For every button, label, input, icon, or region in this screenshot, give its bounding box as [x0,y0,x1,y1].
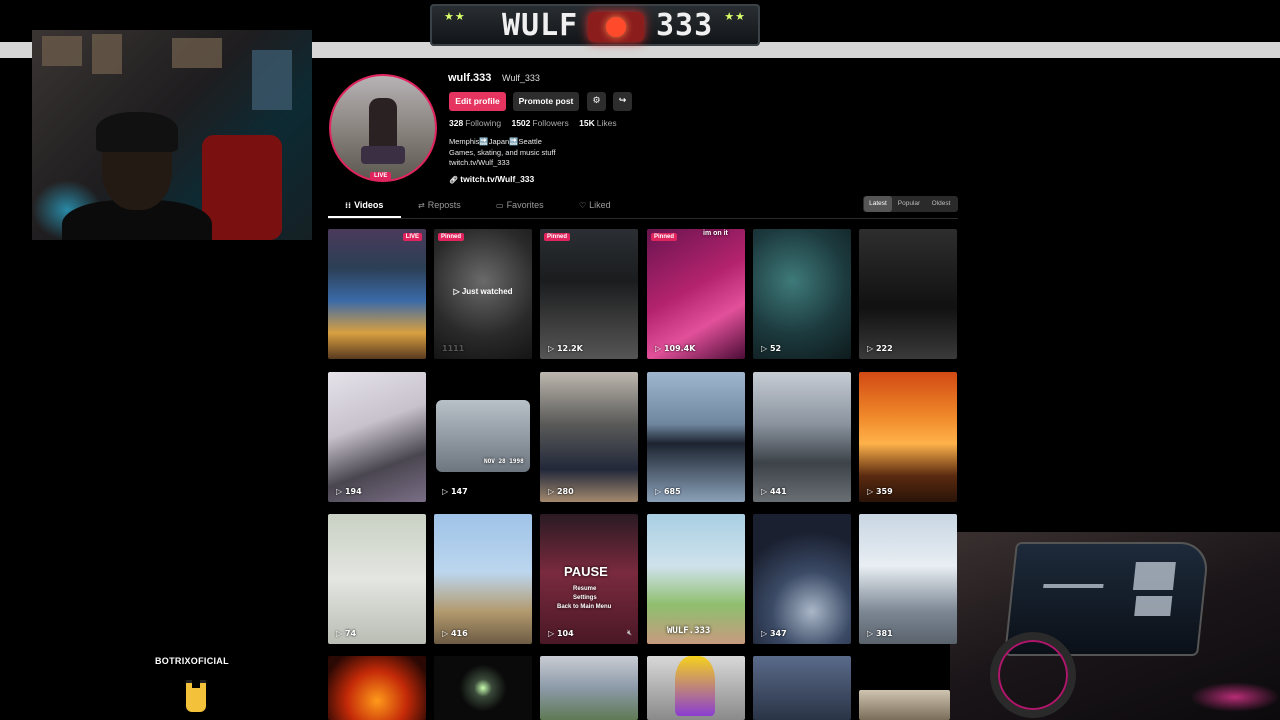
webcam-room [950,532,1280,720]
banner-number: 333 [656,8,714,43]
sort-oldest[interactable]: Oldest [926,196,956,212]
pinned-badge: Pinned [544,233,571,241]
profile-bio: Memphis🔜Japan🔜Seattle Games, skating, an… [449,137,556,169]
share-icon[interactable]: ↪ [613,92,632,111]
video-card[interactable]: ▷ 685 [647,372,745,502]
video-card[interactable]: PAUSE Resume Settings Back to Main Menu … [540,514,638,644]
tab-liked[interactable]: ♡ Liked [579,200,611,210]
video-card[interactable]: ▷ 52 [753,229,851,359]
video-card[interactable]: LIVE [328,229,426,359]
profile-avatar[interactable] [329,74,437,182]
sort-popular[interactable]: Popular [894,196,924,212]
heart-icon: ♡ [579,201,587,210]
bot-name-label: BOTRIXOFICIAL [155,656,229,666]
video-card[interactable]: ▷ 280 [540,372,638,502]
video-card[interactable]: Pinned ▷ 12.2K [540,229,638,359]
video-card[interactable]: ▷ 416 [434,514,532,644]
video-caption: NOV 28 1998 [484,458,524,465]
banner-title: WULF [502,8,579,43]
view-count: ▷ 12.2K [548,344,583,353]
video-caption: im on it [703,230,728,237]
followers-label[interactable]: Followers [532,118,568,128]
settings-gear-icon[interactable]: ⚙ [587,92,606,111]
pause-resume: Resume [573,586,597,592]
video-card[interactable]: ▷ 194 [328,372,426,502]
repost-icon: ⇄ [418,201,425,210]
view-count: ▷ 347 [761,629,787,638]
video-card[interactable]: ▷ 347 [753,514,851,644]
video-card[interactable]: ▷ 381 [859,514,957,644]
view-count: ▷ 104 [548,629,574,638]
followers-count: 1502 [511,118,531,128]
sort-toggle: Latest Popular Oldest [863,196,958,212]
video-card[interactable]: Pinned ▷ Just watched 1111 [434,229,532,359]
live-badge: LIVE [370,172,392,180]
banner-left-stars: ★★ [444,10,466,23]
view-count: ▷ 441 [761,487,787,496]
mute-icon[interactable]: 🔇︎ [627,628,632,638]
edit-profile-button[interactable]: Edit profile [449,92,506,111]
video-card[interactable] [434,656,532,720]
link-icon: 🔗︎ [449,176,458,184]
profile-username: wulf.333 [448,72,492,84]
stream-banner: ★★ WULF 333 ★★ [430,4,760,46]
pinned-badge: Pinned [438,233,465,241]
tab-videos[interactable]: ⁞⁞ Videos [345,200,383,210]
video-card[interactable] [540,656,638,720]
video-card[interactable]: ▷ 222 [859,229,957,359]
pause-title: PAUSE [564,564,608,579]
video-card[interactable] [647,656,745,720]
video-caption: WULF.333 [667,626,711,636]
profile-stats: 328 Following 1502 Followers 15K Likes [449,118,617,128]
view-count: ▷ 280 [548,487,574,496]
view-count: ▷ 194 [336,487,362,496]
pinned-badge: Pinned [651,233,678,241]
video-card[interactable] [753,656,851,720]
view-count: ▷ 147 [442,487,468,496]
promote-post-button[interactable]: Promote post [513,92,579,111]
active-tab-underline [328,216,401,218]
view-count: ▷ 381 [867,629,893,638]
website-text: twitch.tv/Wulf_333 [460,174,535,184]
pause-back: Back to Main Menu [557,604,612,610]
video-card[interactable]: ▷ 74 [328,514,426,644]
view-count: ▷ 222 [867,344,893,353]
bio-line-2: Games, skating, and music stuff [449,147,556,157]
tab-reposts[interactable]: ⇄ Reposts [418,200,461,210]
view-count: ▷ 74 [336,629,357,638]
following-label[interactable]: Following [465,118,501,128]
view-count: ▷ 685 [655,487,681,496]
banner-core-icon [588,12,644,42]
just-watched-label: ▷ Just watched [453,287,513,296]
bio-line-3: twitch.tv/Wulf_333 [449,158,510,167]
pikachu-sprite-icon [182,680,210,716]
view-count: ▷ 52 [761,344,782,353]
pause-settings: Settings [573,595,597,601]
view-count: ▷ 416 [442,629,468,638]
video-card[interactable]: NOV 28 1998 ▷ 147 [434,372,532,502]
view-count: ▷ 359 [867,487,893,496]
bio-line-1: Memphis🔜Japan🔜Seattle [449,137,542,146]
likes-count: 15K [579,118,595,128]
grid-icon: ⁞⁞ [345,201,352,210]
video-card[interactable]: Pinned im on it ▷ 109.4K [647,229,745,359]
tab-favorites[interactable]: ▭ Favorites [496,200,544,210]
profile-handle: Wulf_333 [502,73,540,83]
following-count: 328 [449,118,464,128]
video-live-badge: LIVE [402,233,422,241]
sort-latest[interactable]: Latest [864,196,892,212]
bookmark-icon: ▭ [496,201,504,210]
video-card[interactable]: ▷ 441 [753,372,851,502]
video-card[interactable]: ▷ 359 [859,372,957,502]
video-card[interactable]: WULF.333 [647,514,745,644]
webcam-face [32,30,312,240]
video-card[interactable] [328,656,426,720]
view-count: ▷ 109.4K [655,344,696,353]
likes-label: Likes [596,118,617,128]
view-count: 1111 [442,344,465,353]
video-card[interactable] [859,690,950,720]
profile-website-link[interactable]: 🔗︎ twitch.tv/Wulf_333 [449,174,534,184]
banner-right-stars: ★★ [724,10,746,23]
